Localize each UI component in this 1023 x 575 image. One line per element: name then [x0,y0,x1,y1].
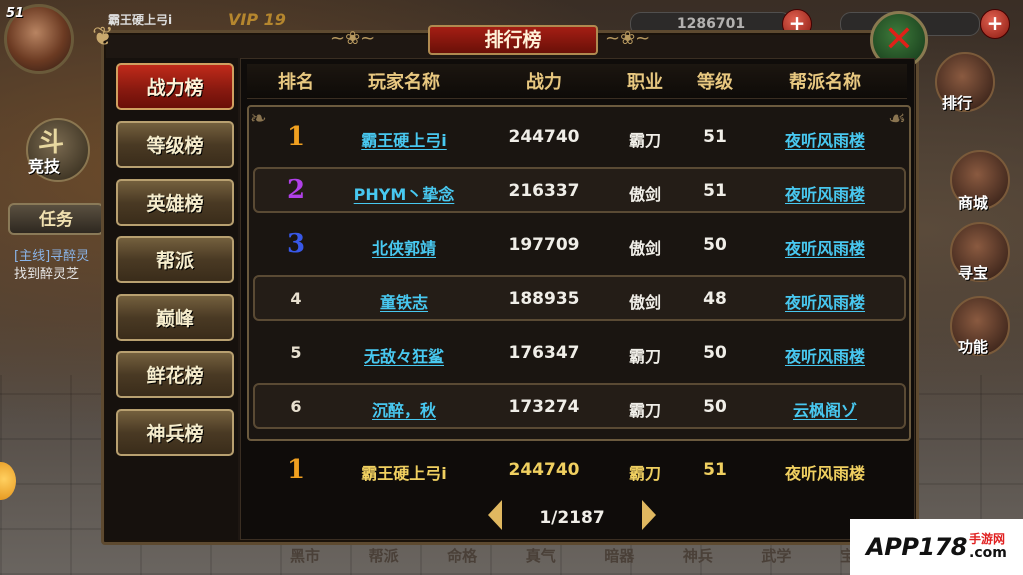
bottom-nav-item[interactable]: 真气 [526,545,556,566]
tab-flower-ranking[interactable]: 鲜花榜 [116,351,234,398]
close-x-icon: ✕ [883,19,915,60]
level-value: 48 [703,289,727,309]
title-flourish-icon: ~❀~ [330,28,376,49]
tab-power-ranking[interactable]: 战力榜 [116,63,234,110]
power-value: 244740 [508,127,580,147]
bottom-nav: 黑市 帮派 命格 真气 暗器 神兵 武学 宝石 [290,545,870,566]
power-value: 176347 [508,343,580,363]
header-rank: 排名 [278,72,314,93]
player-link[interactable]: PHYM丶挚念 [354,181,455,205]
level-value: 50 [703,397,727,417]
title-flourish-icon: ~❀~ [605,28,651,49]
ranking-shortcut-label: 排行 [942,94,973,112]
header-level: 等级 [697,72,733,93]
my-power: 244740 [508,460,580,480]
guild-link[interactable]: 夜听风雨楼 [785,181,865,205]
player-level: 51 [6,6,25,21]
rank-number: 2 [286,175,306,205]
class-value: 霸刀 [628,131,662,150]
player-name: 霸王硬上弓i [108,13,173,27]
tab-peak-ranking[interactable]: 巅峰 [116,294,234,341]
header-class: 职业 [627,72,663,93]
my-class: 霸刀 [628,464,662,483]
class-value: 霸刀 [628,347,662,366]
rank-number: 5 [290,343,302,362]
panel-ornament-icon: ❦ [92,22,114,52]
player-link[interactable]: 霸王硬上弓i [361,127,447,151]
next-page-arrow-icon[interactable] [642,500,656,530]
guild-link[interactable]: 夜听风雨楼 [785,235,865,259]
quest-tracker-desc[interactable]: 找到醉灵芝 [14,263,79,282]
header-guild: 帮派名称 [789,72,861,93]
power-value: 216337 [508,181,580,201]
watermark-text: APP178 [866,533,968,561]
my-guild: 夜听风雨楼 [784,464,866,483]
bottom-nav-item[interactable]: 神兵 [683,545,713,566]
level-value: 51 [703,181,727,201]
tab-hero-ranking[interactable]: 英雄榜 [116,179,234,226]
level-value: 51 [703,127,727,147]
vip-badge: VIP 19 [228,10,286,29]
player-link[interactable]: 童铁志 [380,289,428,313]
class-value: 傲剑 [628,185,662,204]
level-value: 50 [703,235,727,255]
bottom-nav-item[interactable]: 黑市 [290,545,320,566]
guild-link[interactable]: 夜听风雨楼 [785,343,865,367]
class-value: 傲剑 [628,239,662,258]
rank-number: 4 [290,289,302,308]
page-indicator: 1/2187 [539,508,605,528]
compete-label: 竞技 [28,157,61,176]
header-power: 战力 [526,72,562,93]
rank-number: 6 [290,397,302,416]
class-value: 傲剑 [628,293,662,312]
my-rank-number: 1 [286,455,306,485]
my-player-name: 霸王硬上弓i [361,464,447,483]
panel-title: 排行榜 [428,25,598,55]
bottom-nav-item[interactable]: 帮派 [369,545,399,566]
player-link[interactable]: 北侠郭靖 [372,235,436,259]
tab-weapon-ranking[interactable]: 神兵榜 [116,409,234,456]
power-value: 188935 [508,289,580,309]
class-value: 霸刀 [628,401,662,420]
bottom-nav-item[interactable]: 暗器 [604,545,634,566]
rank-number: 1 [286,122,306,152]
header-player: 玩家名称 [368,72,440,93]
guild-link[interactable]: 夜听风雨楼 [785,127,865,151]
level-value: 50 [703,343,727,363]
player-link[interactable]: 无敌々狂鲨 [364,343,444,367]
bottom-nav-item[interactable]: 武学 [761,545,791,566]
treasure-label: 寻宝 [958,264,989,282]
quest-tracker-title[interactable]: [主线]寻醉灵 [14,245,89,264]
power-value: 173274 [508,397,580,417]
guild-link[interactable]: 夜听风雨楼 [785,289,865,313]
watermark-dotcom: .com [969,544,1007,561]
quest-button[interactable]: 任务 [8,203,104,235]
rank-number: 3 [286,229,306,259]
add-gem-button[interactable]: + [980,9,1010,39]
guild-link[interactable]: 云枫阁ゾ [793,397,857,421]
bottom-nav-item[interactable]: 命格 [447,545,477,566]
power-value: 197709 [508,235,580,255]
player-link[interactable]: 沉醉，秋 [372,397,436,421]
shop-label: 商城 [958,194,989,212]
tab-guild-ranking[interactable]: 帮派 [116,236,234,283]
function-label: 功能 [958,338,989,356]
tab-level-ranking[interactable]: 等级榜 [116,121,234,168]
prev-page-arrow-icon[interactable] [488,500,502,530]
my-level: 51 [703,460,727,480]
watermark-logo: APP178 手游网 .com [850,519,1023,575]
